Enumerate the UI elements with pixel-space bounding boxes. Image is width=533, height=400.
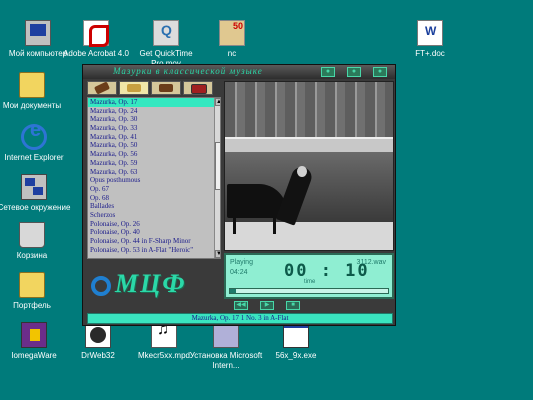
ie-icon [21, 124, 47, 150]
track-list[interactable]: Mazurka, Op. 17 Mazurka, Op. 24 Mazurka, O… [87, 97, 221, 259]
track-list-scrollbar[interactable]: ▲ ▼ [214, 98, 220, 258]
track-list-item[interactable]: Ballades [88, 202, 220, 211]
player-title: Мазурки в классической музыке [113, 66, 263, 76]
music-player-window: Мазурки в классической музыке ● ● ● Mazu… [82, 64, 396, 326]
logo-ring-icon [91, 276, 111, 297]
network-icon [21, 174, 47, 200]
now-playing-bar: Mazurka, Op. 17 1 No. 3 in A-Flat [87, 313, 393, 324]
mcf-logo: МЦФ [91, 269, 201, 309]
concert-photo [224, 81, 394, 251]
track-list-item[interactable]: Mazurka, Op. 63 [88, 168, 220, 177]
playback-elapsed: 04:24 [230, 269, 248, 276]
player-titlebar[interactable]: Мазурки в классической музыке ● ● ● [83, 65, 395, 79]
maximize-button[interactable]: ● [347, 67, 361, 77]
desktop-icon-label: nc [227, 49, 237, 58]
track-list-item[interactable]: Mazurka, Op. 41 [88, 133, 220, 142]
desktop-icon-adobe-acrobat[interactable]: Adobe Acrobat 4.0 [58, 20, 134, 59]
track-list-item[interactable]: Polonaise, Op. 40 [88, 228, 220, 237]
desktop-icon-quicktime[interactable]: Get QuickTime Pro.mov [128, 20, 204, 69]
scroll-down-arrow[interactable]: ▼ [215, 250, 220, 258]
track-list-item[interactable]: Mazurka, Op. 17 [88, 98, 220, 107]
track-list-item[interactable]: Mazurka, Op. 59 [88, 159, 220, 168]
tab-info[interactable] [183, 81, 213, 95]
track-list-item[interactable]: Polonaise, Op. 53 in A-Flat "Heroic" [88, 246, 220, 255]
playback-progress-bar[interactable] [229, 288, 389, 294]
player-tabs [87, 81, 225, 95]
close-button[interactable]: ● [373, 67, 387, 77]
tab-composer[interactable] [87, 81, 117, 95]
track-list-item[interactable]: Mazurka, Op. 30 [88, 115, 220, 124]
desktop-icon-exe[interactable]: 56x_9x.exe [258, 322, 334, 361]
logo-text: МЦФ [115, 269, 187, 298]
track-list-item[interactable]: Scherzos [88, 211, 220, 220]
track-list-item[interactable]: Mazurka, Op. 33 [88, 124, 220, 133]
track-list-item[interactable]: Op. 67 [88, 185, 220, 194]
play-button[interactable]: ▶ [260, 301, 274, 310]
desktop-icon-drweb32[interactable]: DrWeb32 [60, 322, 136, 361]
track-list-item[interactable]: Op. 68 [88, 194, 220, 203]
playback-display: Playing 04:24 00 : 10 time 3112.wav [224, 253, 394, 299]
transport-controls: ◀◀ ▶ ■ [224, 301, 394, 311]
word-doc-icon [417, 20, 443, 46]
desktop-icon-label: DrWeb32 [81, 351, 115, 360]
track-list-item[interactable]: Mazurka, Op. 24 [88, 107, 220, 116]
desktop-icon-label: 56x_9x.exe [275, 351, 317, 360]
track-list-item[interactable]: Mazurka, Op. 50 [88, 141, 220, 150]
scroll-thumb[interactable] [215, 142, 220, 190]
tab-tracks[interactable] [119, 81, 149, 95]
desktop-icon-ie-setup[interactable]: Установка Microsoft Intern... [188, 322, 264, 371]
desktop-icon-label: Adobe Acrobat 4.0 [63, 49, 129, 58]
minimize-button[interactable]: ● [321, 67, 335, 77]
nc-icon [219, 20, 245, 46]
desktop-icon-nc[interactable]: nc [194, 20, 270, 59]
stop-button[interactable]: ■ [286, 301, 300, 310]
playback-status: Playing [230, 259, 253, 266]
playback-filename: 3112.wav [356, 259, 386, 266]
track-list-item[interactable]: Opus posthumous [88, 176, 220, 185]
desktop-icon-label: FT+.doc [415, 49, 445, 58]
desktop-icon-ft-doc[interactable]: FT+.doc [392, 20, 468, 59]
acrobat-icon [83, 20, 109, 47]
track-list-item[interactable]: Mazurka, Op. 56 [88, 150, 220, 159]
track-list-item[interactable]: Polonaise, Op. 26 [88, 220, 220, 229]
scroll-up-arrow[interactable]: ▲ [215, 98, 220, 106]
quicktime-icon [153, 20, 179, 46]
rewind-button[interactable]: ◀◀ [234, 301, 248, 310]
track-items: Mazurka, Op. 17 Mazurka, Op. 24 Mazurka, O… [88, 98, 220, 254]
tab-instruments[interactable] [151, 81, 181, 95]
iomega-icon [21, 322, 47, 348]
folder-icon [19, 72, 45, 98]
track-list-item[interactable]: Polonaise, Op. 44 in F-Sharp Minor [88, 237, 220, 246]
recycle-bin-icon [19, 222, 45, 248]
desktop-icon-label: Установка Microsoft Intern... [189, 351, 263, 370]
playback-progress-fill [230, 289, 237, 293]
briefcase-icon [19, 272, 45, 298]
desktop-icon-label: Портфель [13, 301, 51, 310]
my-computer-icon [25, 20, 51, 46]
desktop-icon-briefcase[interactable]: Портфель [0, 272, 70, 311]
playback-time-label: time [304, 279, 316, 285]
